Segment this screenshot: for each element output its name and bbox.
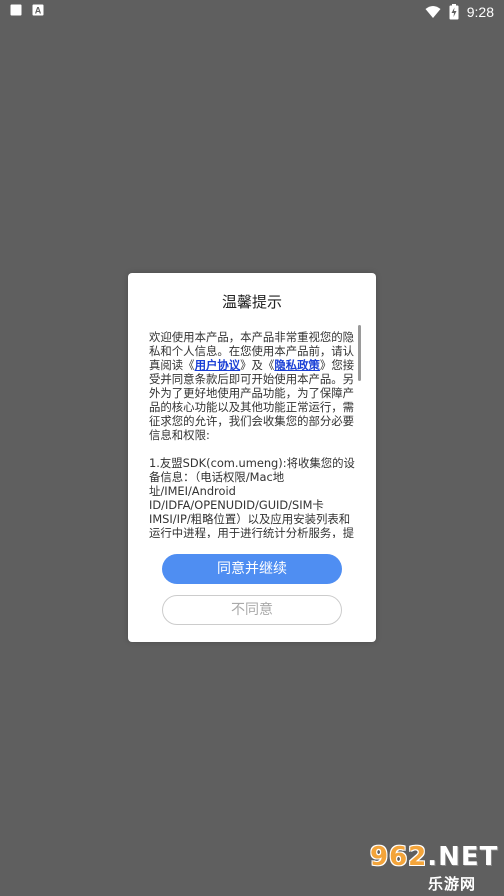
privacy-dialog: 温馨提示 欢迎使用本产品，本产品非常重视您的隐私和个人信息。在您使用本产品前，请… bbox=[128, 273, 376, 642]
intro-text-2: 》及《 bbox=[240, 358, 275, 372]
watermark-cn-text: 乐游网 bbox=[428, 875, 477, 893]
privacy-policy-link[interactable]: 隐私政策 bbox=[274, 358, 320, 372]
content-scrollbar[interactable] bbox=[358, 325, 361, 381]
status-bar-right: 9:28 bbox=[425, 3, 494, 21]
svg-text:A: A bbox=[35, 6, 42, 16]
watermark-net: .NET bbox=[427, 842, 499, 872]
wifi-icon bbox=[425, 5, 441, 19]
user-agreement-link[interactable]: 用户协议 bbox=[195, 358, 241, 372]
status-bar: A 9:28 bbox=[0, 0, 504, 24]
battery-charging-icon bbox=[449, 4, 459, 20]
sdk-item: 1.友盟SDK(com.umeng):将收集您的设备信息：（电话权限/Mac地址… bbox=[149, 456, 355, 538]
disagree-button[interactable]: 不同意 bbox=[162, 595, 342, 625]
a-app-icon: A bbox=[32, 4, 44, 16]
site-watermark-logo: 962.NET 乐游网 bbox=[360, 842, 498, 893]
notification-square-icon bbox=[10, 4, 22, 16]
watermark-number: 962 bbox=[370, 842, 428, 872]
dialog-content[interactable]: 欢迎使用本产品，本产品非常重视您的隐私和个人信息。在您使用本产品前，请认真阅读《… bbox=[149, 330, 357, 538]
intro-paragraph: 欢迎使用本产品，本产品非常重视您的隐私和个人信息。在您使用本产品前，请认真阅读《… bbox=[149, 330, 357, 442]
status-bar-left: A bbox=[10, 4, 44, 16]
agree-continue-button[interactable]: 同意并继续 bbox=[162, 554, 342, 584]
dialog-title: 温馨提示 bbox=[221, 293, 282, 311]
status-time: 9:28 bbox=[466, 4, 494, 20]
watermark-logo-top: 962.NET bbox=[370, 842, 498, 872]
